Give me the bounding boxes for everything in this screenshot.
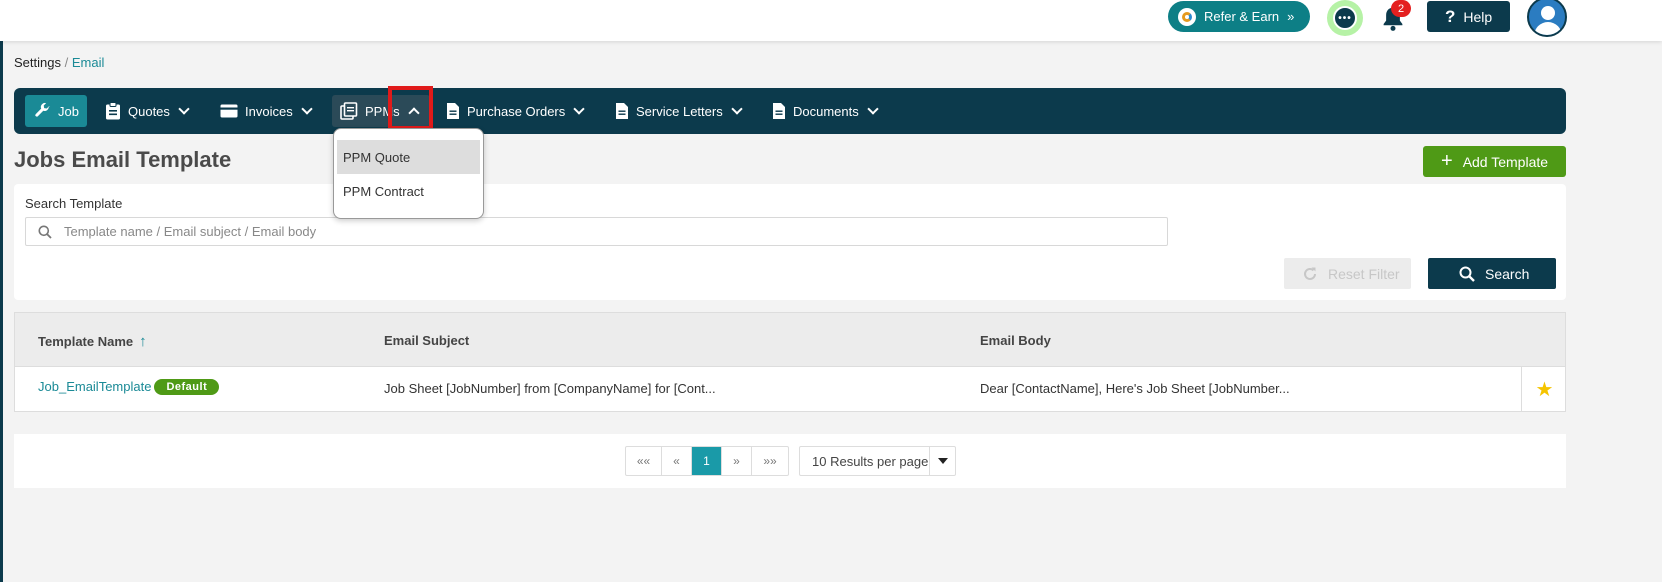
help-button[interactable]: ? Help — [1427, 1, 1510, 32]
page-title: Jobs Email Template — [14, 147, 232, 172]
next-page-button[interactable]: » — [722, 447, 752, 475]
column-label: Template Name — [38, 334, 134, 349]
card-icon — [220, 104, 238, 118]
breadcrumb-settings[interactable]: Settings — [14, 55, 61, 70]
user-avatar[interactable] — [1527, 0, 1567, 37]
reset-filter-label: Reset Filter — [1328, 265, 1400, 282]
template-name-cell: Job_EmailTemplate Default — [38, 379, 220, 395]
reset-filter-button[interactable]: Reset Filter — [1284, 258, 1411, 289]
pagination-bar: «« « 1 » »» 10 Results per page — [14, 434, 1566, 488]
search-icon — [38, 225, 52, 239]
refer-logo-icon — [1178, 7, 1196, 26]
chevron-down-icon — [573, 103, 585, 115]
email-subject-cell: Job Sheet [JobNumber] from [CompanyName]… — [384, 381, 716, 396]
search-label: Search — [1485, 265, 1530, 282]
chat-icon[interactable]: ••• — [1327, 0, 1363, 36]
refer-earn-button[interactable]: Refer & Earn » — [1168, 1, 1310, 32]
nav-invoices-label: Invoices — [245, 103, 293, 119]
menu-item-ppm-quote[interactable]: PPM Quote — [337, 140, 480, 174]
caret-down-icon[interactable] — [929, 447, 955, 475]
table-row: Job_EmailTemplate Default Job Sheet [JobN… — [15, 367, 1565, 412]
email-body-cell: Dear [ContactName], Here's Job Sheet [Jo… — [980, 381, 1290, 396]
templates-table: Template Name ↑ Email Subject Email Body … — [14, 312, 1566, 412]
document-icon — [773, 103, 785, 119]
notification-count-badge: 2 — [1391, 0, 1411, 17]
chevron-down-icon — [178, 103, 190, 115]
template-name-link[interactable]: Job_EmailTemplate — [38, 379, 151, 394]
nav-quotes[interactable]: Quotes — [97, 95, 196, 127]
nav-service-letters-label: Service Letters — [636, 103, 723, 119]
nav-invoices[interactable]: Invoices — [212, 95, 319, 127]
help-label: Help — [1463, 8, 1493, 25]
filter-panel: Search Template Reset Filter Search — [14, 184, 1566, 300]
document-icon — [616, 103, 628, 119]
double-chevron-right-icon: » — [1287, 9, 1295, 24]
document-icon — [447, 103, 459, 119]
nav-documents-label: Documents — [793, 103, 859, 119]
ppms-dropdown-menu: PPM Quote PPM Contract — [333, 128, 484, 219]
search-button[interactable]: Search — [1428, 258, 1556, 289]
prev-page-button[interactable]: « — [662, 447, 692, 475]
highlight-box — [388, 86, 433, 130]
pagination: «« « 1 » »» — [625, 446, 789, 476]
nav-documents[interactable]: Documents — [764, 95, 885, 127]
breadcrumb-separator: / — [64, 55, 69, 70]
search-template-label: Search Template — [25, 196, 123, 211]
search-field[interactable] — [25, 217, 1168, 246]
nav-quotes-label: Quotes — [128, 103, 170, 119]
question-icon: ? — [1445, 6, 1456, 26]
nav-service-letters[interactable]: Service Letters — [607, 95, 749, 127]
left-rail — [0, 41, 3, 582]
first-page-button[interactable]: «« — [626, 447, 662, 475]
search-icon — [1459, 266, 1475, 282]
sort-ascending-icon[interactable]: ↑ — [139, 333, 147, 350]
breadcrumb: Settings / Email — [14, 55, 104, 70]
add-template-label: Add Template — [1462, 153, 1549, 170]
default-badge: Default — [154, 379, 220, 395]
top-header: Refer & Earn » ••• 2 ? Help — [0, 0, 1662, 41]
table-header: Template Name ↑ Email Subject Email Body — [15, 313, 1565, 367]
column-header-template-name[interactable]: Template Name ↑ — [38, 333, 147, 350]
add-template-button[interactable]: + Add Template — [1423, 146, 1566, 177]
star-icon[interactable]: ★ — [1521, 367, 1567, 412]
page-button-1[interactable]: 1 — [692, 447, 722, 475]
nav-purchase-orders[interactable]: Purchase Orders — [438, 95, 591, 127]
chevron-down-icon — [867, 103, 879, 115]
column-header-email-body[interactable]: Email Body — [980, 333, 1051, 348]
clipboard-icon — [106, 102, 120, 120]
nav-job[interactable]: Job — [25, 95, 87, 127]
menu-item-ppm-contract[interactable]: PPM Contract — [337, 174, 480, 208]
nav-purchase-orders-label: Purchase Orders — [467, 103, 566, 119]
search-input[interactable] — [64, 224, 1144, 239]
wrench-icon — [35, 102, 50, 117]
breadcrumb-email: Email — [71, 55, 105, 70]
nav-job-label: Job — [58, 103, 79, 119]
results-per-page-value: 10 Results per page — [812, 453, 929, 469]
last-page-button[interactable]: »» — [752, 447, 788, 475]
chevron-down-icon — [301, 103, 313, 115]
refer-earn-label: Refer & Earn — [1204, 9, 1280, 24]
chevron-down-icon — [731, 103, 743, 115]
plus-icon: + — [1441, 149, 1453, 172]
refresh-icon — [1304, 267, 1316, 280]
template-type-navbar: Job Quotes Invoices PPMs Purchase Orders… — [14, 88, 1566, 134]
stack-icon — [340, 102, 358, 120]
column-header-email-subject[interactable]: Email Subject — [384, 333, 469, 348]
results-per-page-select[interactable]: 10 Results per page — [799, 446, 956, 476]
